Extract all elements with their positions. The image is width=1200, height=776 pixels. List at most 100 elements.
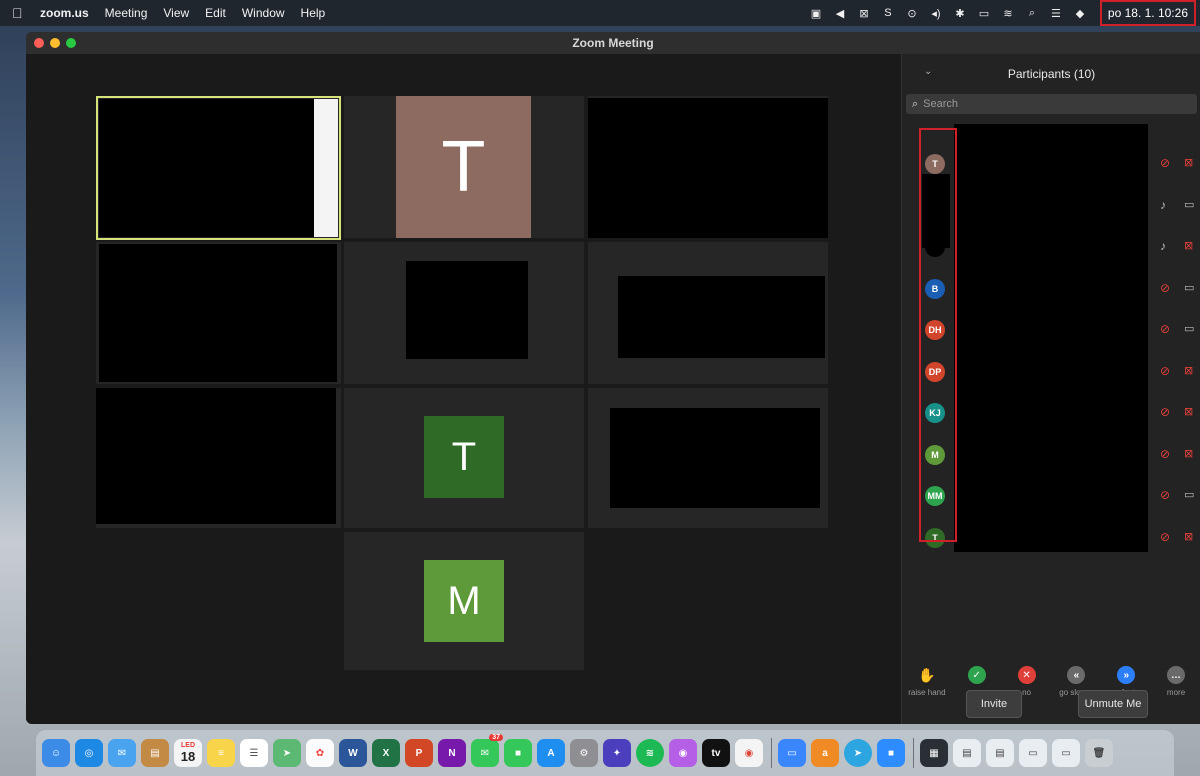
title-bar: Zoom Meeting: [26, 32, 1200, 54]
system-preferences-icon[interactable]: ⚙: [570, 739, 598, 767]
participant-names-redacted: [954, 124, 1148, 552]
app-store-icon[interactable]: A: [537, 739, 565, 767]
video-tile[interactable]: M: [344, 532, 584, 670]
mic-muted-icon[interactable]: ⊘: [1160, 447, 1170, 461]
messages-icon[interactable]: ✉ 37: [471, 734, 503, 767]
skype-status-icon[interactable]: S: [876, 7, 900, 19]
contacts-icon[interactable]: ▤: [141, 739, 169, 767]
photos-icon[interactable]: ✿: [306, 739, 334, 767]
onenote-icon[interactable]: N: [438, 739, 466, 767]
mail-icon[interactable]: ✉: [108, 739, 136, 767]
apple-icon[interactable]: : [12, 5, 26, 21]
participants-search[interactable]: ⌕ Search: [906, 94, 1197, 114]
video-icon[interactable]: ▭: [1184, 488, 1194, 501]
telegram-status-icon[interactable]: ◀: [828, 7, 852, 20]
apple-tv-icon[interactable]: tv: [702, 739, 730, 767]
siri-icon[interactable]: ◆: [1068, 7, 1092, 20]
spotlight-search-icon[interactable]: ⌕: [1020, 7, 1044, 20]
chevron-down-icon[interactable]: ⌄: [924, 66, 932, 77]
video-off-icon[interactable]: ⊠: [1184, 447, 1193, 460]
video-tile[interactable]: [96, 388, 341, 528]
mic-muted-icon[interactable]: ⊘: [1160, 530, 1170, 544]
downloads-stack-icon[interactable]: ▦: [920, 739, 948, 767]
video-tile[interactable]: T: [344, 388, 584, 528]
menu-clock[interactable]: po 18. 1. 10:26: [1099, 0, 1196, 26]
video-off-icon[interactable]: ⊠: [1184, 156, 1193, 169]
calendar-icon[interactable]: LED 18: [174, 739, 202, 767]
mic-muted-icon[interactable]: ⊘: [1160, 322, 1170, 336]
avatar-highlight-box: [919, 128, 957, 542]
record-status-icon[interactable]: ⊙: [900, 7, 924, 20]
wifi-icon[interactable]: ≋: [996, 7, 1020, 20]
ayoa-icon[interactable]: a: [811, 739, 839, 767]
video-off-icon[interactable]: ⊠: [1184, 364, 1193, 377]
bluetooth-icon[interactable]: ✱: [948, 7, 972, 20]
menu-view[interactable]: View: [163, 6, 189, 20]
video-tile[interactable]: [344, 242, 584, 384]
video-tile[interactable]: [588, 96, 828, 238]
preview-icon[interactable]: ▭: [778, 739, 806, 767]
mic-icon[interactable]: ♪: [1160, 198, 1166, 212]
notes-icon[interactable]: ≡: [207, 739, 235, 767]
mic-muted-icon[interactable]: ⊘: [1160, 281, 1170, 295]
mic-muted-icon[interactable]: ⊘: [1160, 364, 1170, 378]
reminders-icon[interactable]: ☰: [240, 739, 268, 767]
gallery-view: T T M: [26, 54, 901, 724]
window-minimized-icon[interactable]: ▭: [1052, 739, 1080, 767]
telegram-icon[interactable]: ➤: [844, 739, 872, 767]
mic-muted-icon[interactable]: ⊘: [1160, 156, 1170, 170]
document-stack-icon[interactable]: ▤: [953, 739, 981, 767]
participant-avatar-tile: T: [396, 96, 531, 238]
reaction-raise-hand-button[interactable]: ✋ raise hand: [905, 666, 949, 698]
status-area: ▣ ◀ ⊠ S ⊙ ◂) ✱ ▭ ≋ ⌕ ☰ ◆ po 18. 1. 10:26: [804, 0, 1200, 26]
word-icon[interactable]: W: [339, 739, 367, 767]
reaction-label: no: [1022, 688, 1032, 697]
participants-panel: ⌄ Participants (10) ⌕ Search T ⊘ ⊠ ♪ ▭ ♪ ⊠ B ⊘ ▭ D…: [901, 54, 1200, 724]
maps-icon[interactable]: ➤: [273, 739, 301, 767]
podcasts-icon[interactable]: ◉: [669, 739, 697, 767]
menu-window[interactable]: Window: [242, 6, 285, 20]
video-off-icon[interactable]: ⊠: [1184, 239, 1193, 252]
video-icon[interactable]: ▭: [1184, 322, 1194, 335]
menu-zoom-us[interactable]: zoom.us: [40, 6, 89, 20]
menu-edit[interactable]: Edit: [205, 6, 226, 20]
battery-icon[interactable]: ▭: [972, 7, 996, 20]
video-tile[interactable]: T: [344, 96, 584, 238]
window-minimized-icon[interactable]: ▭: [1019, 739, 1047, 767]
participants-header: ⌄ Participants (10): [902, 54, 1200, 94]
powerpoint-icon[interactable]: P: [405, 739, 433, 767]
menu-meeting[interactable]: Meeting: [105, 6, 148, 20]
video-off-icon[interactable]: ⊠: [1184, 530, 1193, 543]
menu-help[interactable]: Help: [301, 6, 326, 20]
spotify-icon[interactable]: ≋: [636, 739, 664, 767]
video-tile[interactable]: [588, 242, 828, 384]
video-feed: [99, 99, 314, 237]
video-icon[interactable]: ▭: [1184, 281, 1194, 294]
video-tile[interactable]: [96, 242, 341, 384]
volume-icon[interactable]: ◂): [924, 7, 948, 20]
video-tile[interactable]: [588, 388, 828, 528]
mic-icon[interactable]: ♪: [1160, 239, 1166, 253]
document-stack-icon[interactable]: ▤: [986, 739, 1014, 767]
reaction-more-button[interactable]: … more: [1154, 666, 1198, 697]
video-tile[interactable]: [96, 96, 341, 240]
video-icon[interactable]: ▭: [1184, 198, 1194, 211]
video-off-icon[interactable]: ⊠: [1184, 405, 1193, 418]
mic-muted-icon[interactable]: ⊘: [1160, 405, 1170, 419]
excel-icon[interactable]: X: [372, 739, 400, 767]
invite-button[interactable]: Invite: [966, 690, 1022, 718]
launchpad-icon[interactable]: ✦: [603, 739, 631, 767]
search-input[interactable]: Search: [923, 98, 958, 110]
tray-app-icon[interactable]: ⊠: [852, 7, 876, 20]
trash-icon[interactable]: 🗑: [1085, 739, 1113, 767]
facetime-icon[interactable]: ■: [504, 739, 532, 767]
messages-badge: 37: [489, 734, 503, 741]
control-center-icon[interactable]: ☰: [1044, 7, 1068, 20]
mic-muted-icon[interactable]: ⊘: [1160, 488, 1170, 502]
zoom-status-icon[interactable]: ▣: [804, 7, 828, 20]
finder-icon[interactable]: ☺: [42, 739, 70, 767]
unmute-me-button[interactable]: Unmute Me: [1078, 690, 1148, 718]
safari-icon[interactable]: ◎: [75, 739, 103, 767]
chrome-icon[interactable]: ◉: [735, 739, 763, 767]
zoom-icon[interactable]: ■: [877, 739, 905, 767]
